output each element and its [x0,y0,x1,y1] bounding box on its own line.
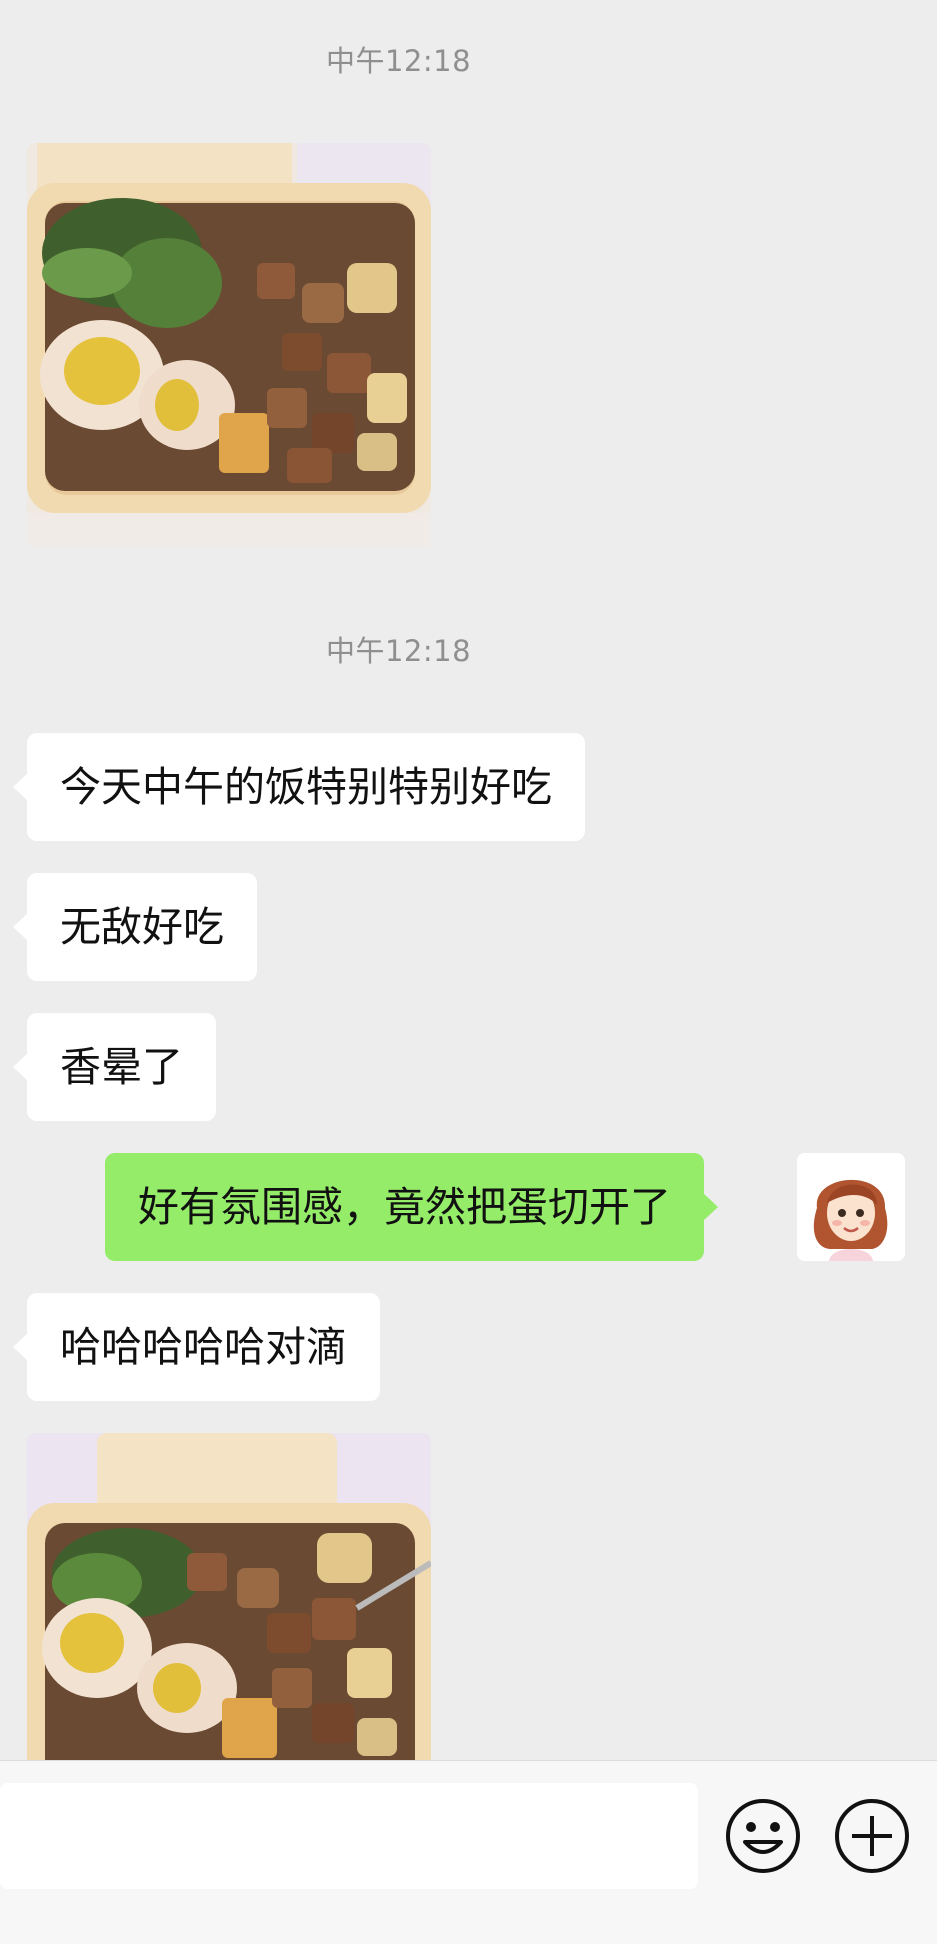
bento-box-photo [27,143,431,547]
avatar[interactable] [797,1153,905,1261]
avatar-girl-icon [797,1153,905,1261]
outgoing-message-bubble[interactable]: 好有氛围感，竟然把蛋切开了 [105,1153,718,1261]
timestamp: 中午12:18 [325,634,472,668]
image-message[interactable] [27,1433,431,1760]
plus-button[interactable] [832,1796,912,1876]
message-bubble[interactable]: 无敌好吃 [13,873,257,981]
chat-area[interactable]: 中午12:18 中午12:18 今天中午的饭特别特别好吃 无敌好吃 香晕了 好有… [0,0,937,1760]
emoji-button[interactable] [723,1796,803,1876]
message-input[interactable] [0,1783,698,1889]
image-message[interactable] [27,143,431,547]
message-bubble[interactable]: 香晕了 [13,1013,216,1121]
smiley-face-icon [726,1799,800,1873]
plus-circle-icon [835,1799,909,1873]
message-bubble[interactable]: 今天中午的饭特别特别好吃 [13,733,585,841]
input-bar [0,1760,937,1944]
timestamp: 中午12:18 [325,44,472,78]
message-bubble[interactable]: 哈哈哈哈哈对滴 [13,1293,380,1401]
bento-box-photo [27,1433,431,1760]
